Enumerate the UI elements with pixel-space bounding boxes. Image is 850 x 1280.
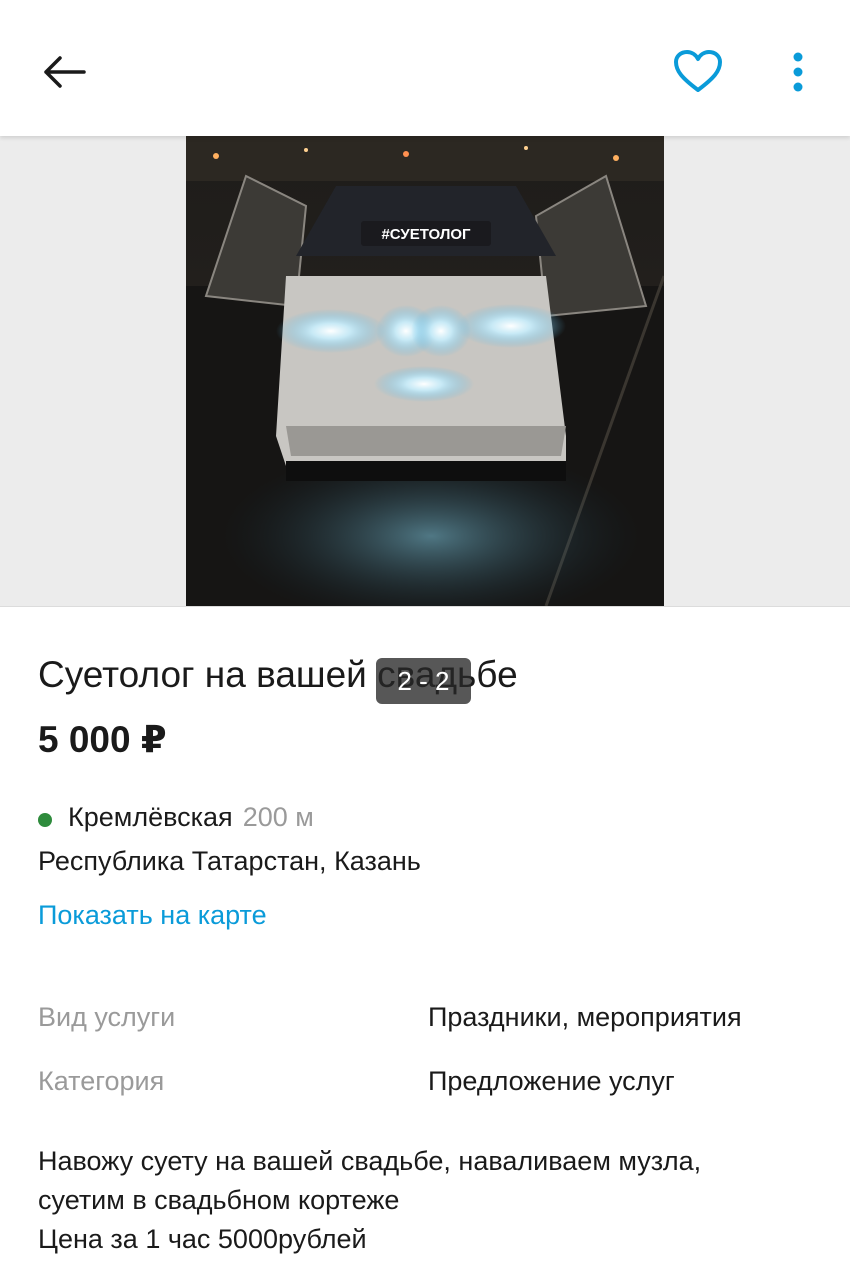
- avito-logo-icon: [529, 696, 553, 723]
- more-vertical-icon: [793, 52, 803, 92]
- metro-info: Кремлёвская 200 м: [38, 800, 314, 834]
- listing-price: 5 000 ₽: [38, 719, 167, 760]
- description-line: суетим в свадьбном кортеже: [38, 1185, 400, 1215]
- more-options-button[interactable]: [786, 48, 810, 96]
- param-label-service-type: Вид услуги: [38, 1002, 176, 1032]
- param-value-service-type: Праздники, мероприятия: [428, 1002, 742, 1032]
- metro-line-dot-icon: [38, 813, 52, 827]
- windshield-sticker: #СУЕТОЛОГ: [381, 226, 471, 243]
- listing-description: Навожу суету на вашей свадьбе, наваливае…: [38, 1142, 828, 1259]
- address: Республика Татарстан, Казань: [38, 846, 421, 876]
- show-on-map-link[interactable]: Показать на карте: [38, 900, 267, 931]
- photo-counter: 2 - 2: [376, 658, 471, 704]
- param-label-category: Категория: [38, 1066, 165, 1096]
- car-photo: #СУЕТОЛОГ: [186, 136, 664, 606]
- photo-gallery[interactable]: #СУЕТОЛОГ 2 - 2 Avito: [0, 136, 850, 725]
- metro-distance: 200 м: [242, 801, 314, 832]
- favorite-button[interactable]: [672, 48, 724, 96]
- arrow-left-icon: [44, 56, 86, 88]
- param-value-category: Предложение услуг: [428, 1066, 675, 1096]
- back-button[interactable]: [40, 52, 88, 92]
- avito-watermark: Avito: [526, 692, 633, 728]
- heart-outline-icon: [674, 50, 722, 92]
- watermark-label: Avito: [566, 694, 633, 725]
- metro-station: Кремлёвская: [68, 801, 233, 832]
- description-line: Цена за 1 час 5000рублей: [38, 1224, 367, 1254]
- listing-photo[interactable]: #СУЕТОЛОГ: [186, 136, 664, 606]
- top-app-bar: [0, 0, 850, 136]
- description-line: Навожу суету на вашей свадьбе, наваливае…: [38, 1146, 702, 1176]
